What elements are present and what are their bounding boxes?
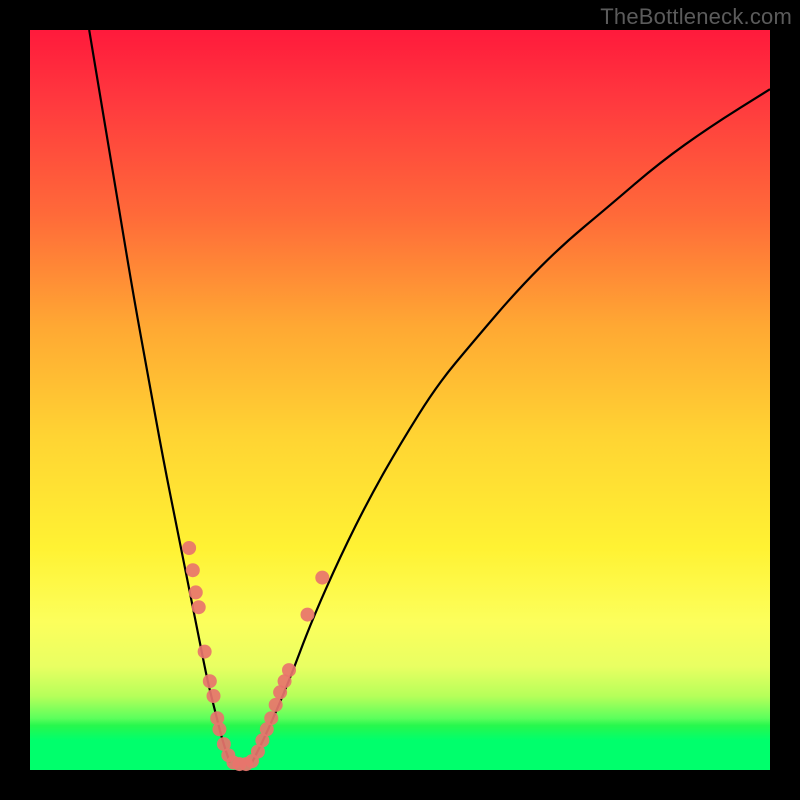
marker-dot (212, 722, 226, 736)
marker-dot (182, 541, 196, 555)
marker-dot (301, 608, 315, 622)
marker-dot (186, 563, 200, 577)
marker-dot (282, 663, 296, 677)
marker-dot (315, 571, 329, 585)
chart-stage: TheBottleneck.com (0, 0, 800, 800)
marker-dot (192, 600, 206, 614)
curve-group (89, 30, 770, 763)
marker-dot (189, 585, 203, 599)
plot-area (30, 30, 770, 770)
marker-dot (264, 711, 278, 725)
chart-svg (30, 30, 770, 770)
marker-dot (269, 698, 283, 712)
watermark-text: TheBottleneck.com (600, 4, 792, 30)
marker-dot (203, 674, 217, 688)
scatter-group (182, 541, 329, 771)
marker-dot (198, 645, 212, 659)
curve-right-branch (252, 89, 770, 762)
marker-dot (207, 689, 221, 703)
